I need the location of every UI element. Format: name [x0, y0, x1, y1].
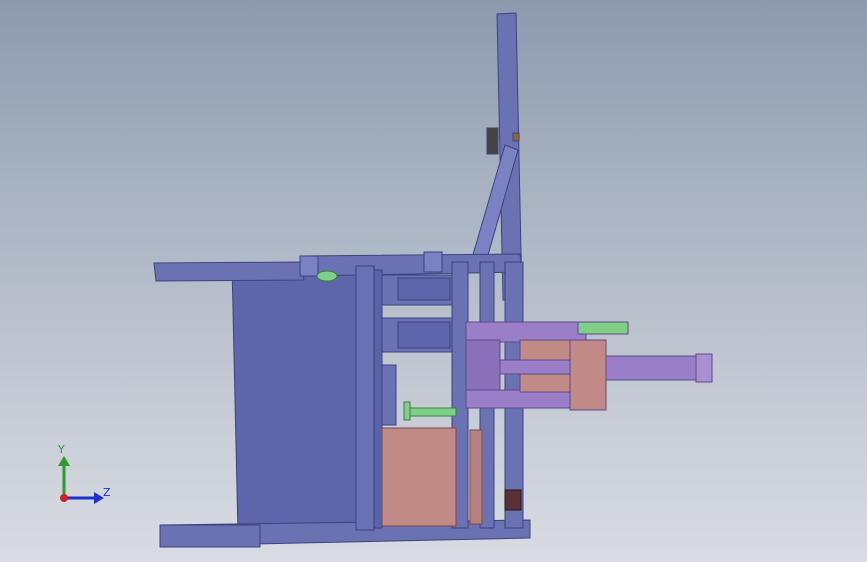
cross-frame-window: [397, 277, 451, 301]
green-rod-collar: [403, 401, 411, 421]
top-block-mid: [423, 251, 443, 273]
arm-lower-plate: [465, 389, 587, 409]
x-axis-origin: [60, 494, 68, 502]
mast-bracket: [486, 127, 499, 155]
arm-left-block: [465, 339, 501, 391]
cross-frame-3: [381, 364, 397, 426]
bottom-foot-left: [159, 524, 261, 548]
machine-model-view[interactable]: [0, 0, 867, 562]
dark-block: [504, 489, 522, 511]
z-axis-label: Z: [103, 486, 111, 499]
mast-pin: [512, 132, 520, 142]
extension-arm-tip: [695, 353, 713, 383]
post-1: [355, 265, 375, 531]
pink-block: [381, 427, 457, 527]
top-left-arm: [153, 261, 305, 282]
pink-block-side: [469, 429, 483, 525]
top-block-left: [299, 255, 319, 277]
cross-frame-window-2: [397, 321, 451, 349]
arm-pink-end: [569, 339, 607, 411]
post-2: [373, 269, 383, 529]
green-wheel: [316, 270, 338, 282]
back-panel: [231, 261, 363, 535]
y-axis-label: Y: [58, 443, 65, 456]
purple-arm-assembly: [465, 321, 713, 411]
green-top-plate: [577, 321, 629, 335]
green-rod-shaft: [405, 407, 457, 417]
arm-upper-plate: [465, 321, 587, 343]
y-axis-arrow: [58, 456, 70, 466]
cad-viewport[interactable]: Y Z: [0, 0, 867, 562]
